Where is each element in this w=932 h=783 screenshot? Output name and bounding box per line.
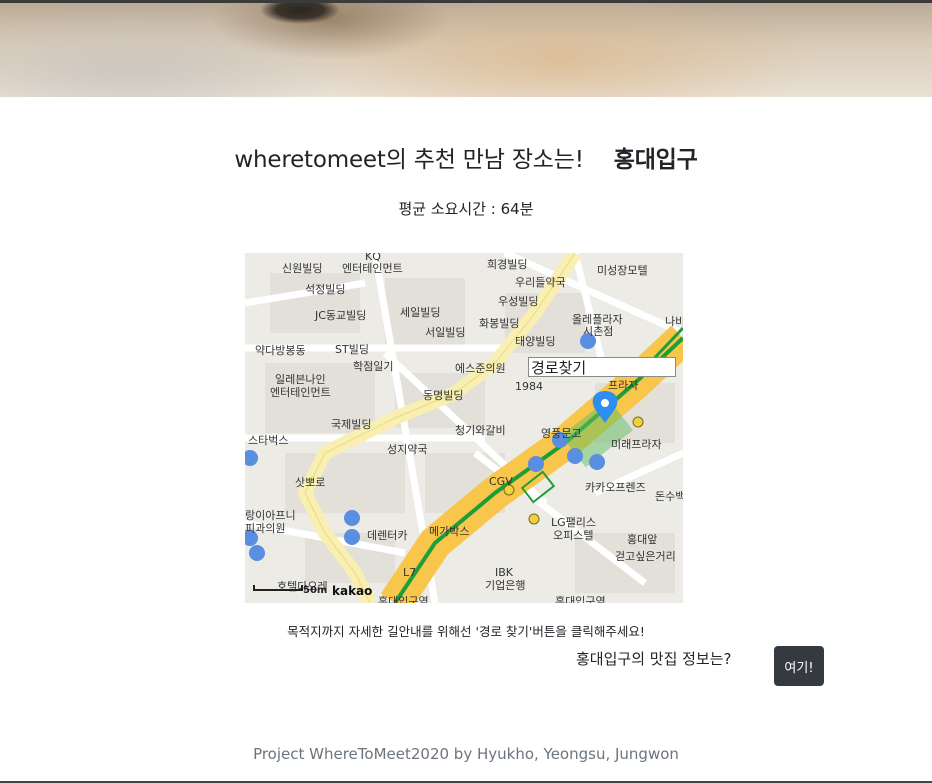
route-guide-text: 목적지까지 자세한 길안내를 위해선 '경로 찾기'버튼을 클릭해주세요!	[287, 624, 645, 639]
restaurant-info-button[interactable]: 여기!	[774, 646, 824, 686]
map-label: 서일빌딩	[425, 325, 465, 339]
map-label: 청기와갈비	[455, 423, 506, 437]
map-label: CGV	[489, 475, 513, 488]
map-label: 랑이아프니	[245, 509, 296, 522]
footer-credits: Project WhereToMeet2020 by Hyukho, Yeong…	[253, 745, 679, 763]
title-suffix: 의 추천 만남 장소는!	[385, 147, 584, 173]
map-label: 돈수백	[655, 490, 683, 503]
map-label: IBK	[495, 566, 514, 579]
hero-banner-image	[0, 0, 932, 97]
map-label: 카카오프렌즈	[585, 481, 646, 494]
map-label: L7	[403, 566, 416, 579]
map-label: 홍대입구역	[378, 594, 429, 603]
map-label: 미성장모텔	[597, 264, 648, 277]
map-label: 데렌터카	[367, 529, 407, 542]
map-label: 약다방봉동	[255, 343, 306, 357]
page-title: wheretomeet의 추천 만남 장소는! 홍대입구	[0, 140, 932, 174]
map-label: 희경빌딩	[487, 258, 527, 271]
map-label: 삿뽀로	[295, 476, 325, 489]
map-label: 우리들약국	[515, 275, 566, 289]
map-label: 메가박스	[429, 525, 469, 538]
recommended-place: 홍대입구	[613, 147, 698, 173]
map-scale-label: 50m	[303, 585, 328, 596]
map-label: 기업은행	[485, 579, 525, 592]
map-label: 일레븐나인	[275, 372, 326, 386]
map-label: JC동교빌딩	[314, 309, 366, 322]
map-label: 화봉빌딩	[479, 317, 519, 330]
map-label: 미래프라자	[611, 438, 662, 451]
map-label: LG팰리스	[551, 516, 596, 529]
map-scale-bar	[253, 585, 303, 591]
map-label: 에스준의원	[455, 362, 506, 375]
map-label: 성지약국	[387, 442, 427, 456]
map-label: 오피스텔	[553, 529, 593, 542]
map-label: 홍대앞	[627, 532, 657, 546]
map-label: 나비	[665, 315, 683, 328]
map-label: KQ	[365, 253, 381, 263]
map-label: 시촌점	[583, 325, 613, 338]
map-label: 학점일기	[353, 359, 393, 373]
map-label: 1984	[515, 380, 543, 393]
map-label: 신원빌딩	[282, 262, 322, 275]
map-label: 태양빌딩	[515, 335, 555, 348]
map-label: 동명빌딩	[423, 389, 463, 402]
map-view[interactable]: 신원빌딩 엔터테인먼트 KQ 희경빌딩 미성장모텔 우리들약국 석정빌딩 우성빌…	[245, 253, 683, 603]
map-label: 국제빌딩	[331, 418, 371, 431]
restaurant-info-question: 홍대입구의 맛집 정보는?	[576, 650, 732, 668]
kakao-logo: kakao	[332, 584, 373, 598]
map-label: 걷고싶은거리	[615, 550, 676, 563]
map-label: 세일빌딩	[400, 305, 440, 319]
map-label: 우성빌딩	[498, 295, 538, 308]
map-label: 석정빌딩	[305, 283, 345, 296]
map-label: 피과의원	[245, 522, 285, 535]
map-label: 홍대입구역	[555, 594, 606, 603]
route-search-button[interactable]: 경로찾기	[528, 357, 676, 377]
average-travel-time: 평균 소요시간 : 64분	[398, 200, 534, 218]
map-label: 엔터테인먼트	[270, 386, 331, 399]
map-label: 엔터테인먼트	[342, 262, 403, 275]
top-border	[0, 0, 932, 3]
map-label: ST빌딩	[335, 343, 369, 356]
map-label: 프라자	[608, 379, 638, 392]
map-canvas[interactable]: 신원빌딩 엔터테인먼트 KQ 희경빌딩 미성장모텔 우리들약국 석정빌딩 우성빌…	[245, 253, 683, 603]
map-label: 스타벅스	[248, 434, 288, 447]
brand-name: wheretomeet	[234, 147, 386, 173]
map-label: 영풍문고	[541, 427, 581, 440]
